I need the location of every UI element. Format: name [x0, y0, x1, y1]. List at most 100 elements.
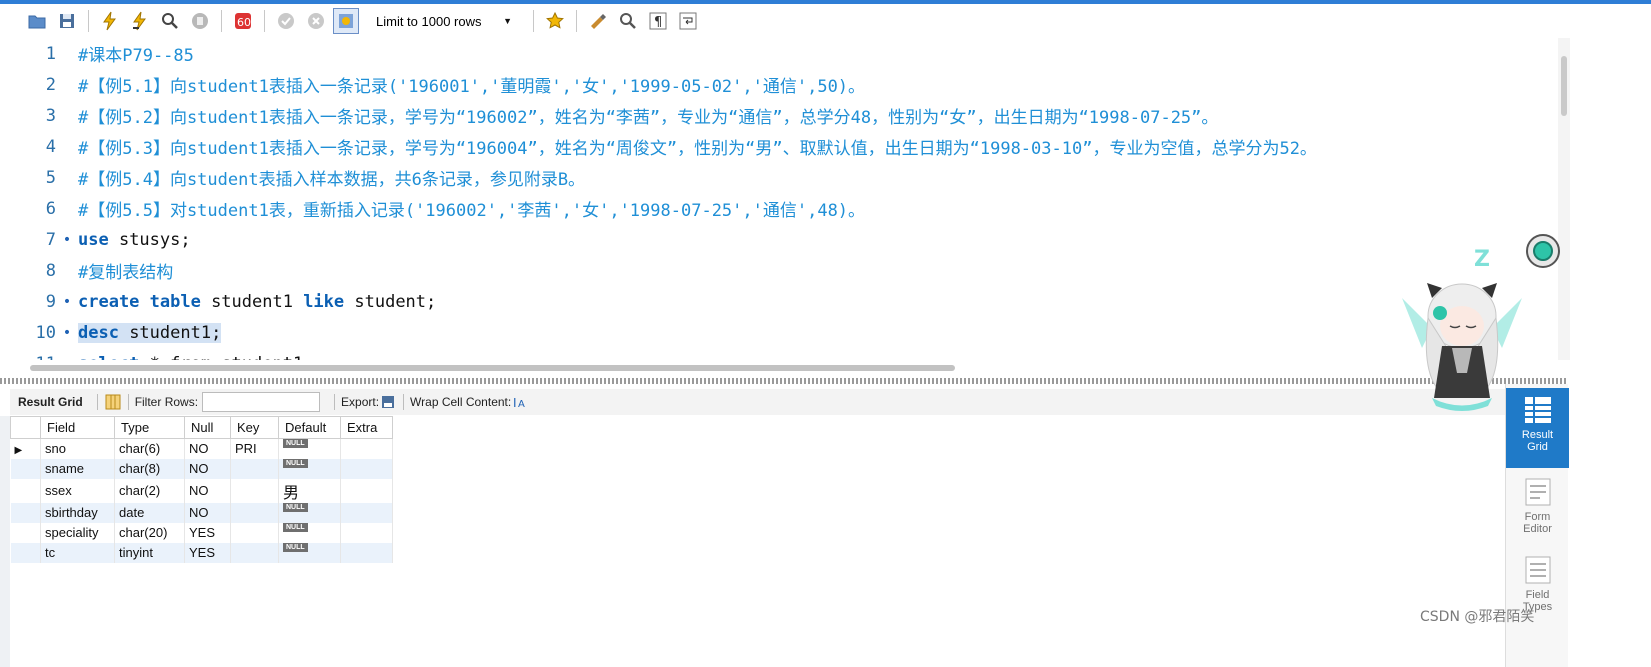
statement-marker: • — [62, 231, 72, 248]
cell-field[interactable]: ssex — [40, 478, 115, 503]
code-text: #【例5.3】向student1表插入一条记录，学号为“196004”，姓名为“… — [78, 134, 1317, 159]
code-comment: #【例5.2】向student1表插入一条记录，学号为“196002”，姓名为“… — [78, 108, 1219, 128]
panel-splitter[interactable] — [0, 378, 1566, 384]
cell-field[interactable]: sname — [40, 458, 115, 479]
table-row[interactable]: ▶ sno char(6) NO PRI NULL — [10, 438, 393, 459]
row-header[interactable] — [10, 522, 41, 543]
column-header-key[interactable]: Key — [230, 416, 279, 439]
cell-field[interactable]: speciality — [40, 522, 115, 543]
cell-key[interactable] — [230, 458, 279, 479]
cell-key[interactable]: PRI — [230, 438, 279, 459]
editor-vertical-scrollbar[interactable] — [1558, 38, 1570, 360]
execute-icon[interactable] — [97, 8, 123, 34]
explain-icon[interactable] — [157, 8, 183, 34]
cell-type[interactable]: char(8) — [114, 458, 185, 479]
cell-type[interactable]: char(20) — [114, 522, 185, 543]
toolbar-separator — [533, 10, 534, 32]
grid-columns-icon[interactable] — [104, 393, 122, 411]
toggle-error-icon[interactable]: 60 — [230, 8, 256, 34]
scroll-thumb[interactable] — [1561, 56, 1567, 116]
stop-icon[interactable] — [187, 8, 213, 34]
cell-default[interactable]: NULL — [278, 542, 341, 563]
cell-key[interactable] — [230, 522, 279, 543]
cell-type[interactable]: tinyint — [114, 542, 185, 563]
cell-extra[interactable] — [340, 522, 393, 543]
table-row[interactable]: ssex char(2) NO 男 — [10, 478, 393, 503]
cell-null[interactable]: YES — [184, 522, 231, 543]
row-header[interactable] — [10, 502, 41, 523]
table-row[interactable]: sbirthday date NO NULL — [10, 502, 393, 523]
cell-default[interactable]: NULL — [278, 438, 341, 459]
column-header-field[interactable]: Field — [40, 416, 115, 439]
line-number: 10 — [35, 322, 56, 343]
save-icon[interactable] — [54, 8, 80, 34]
limit-rows-select[interactable]: Limit to 1000 rows ▼ — [369, 10, 519, 32]
commit-icon[interactable] — [273, 8, 299, 34]
cell-key[interactable] — [230, 478, 279, 503]
row-header[interactable] — [10, 542, 41, 563]
cell-default[interactable]: NULL — [278, 458, 341, 479]
cell-extra[interactable] — [340, 458, 393, 479]
export-icon[interactable] — [379, 393, 397, 411]
folder-open-icon[interactable] — [24, 8, 50, 34]
wrap-cell-icon[interactable]: IA — [511, 393, 529, 411]
form-editor-tab[interactable]: Form Editor — [1506, 472, 1569, 542]
invisible-chars-icon[interactable]: ¶ — [645, 8, 671, 34]
cell-key[interactable] — [230, 502, 279, 523]
cell-extra[interactable] — [340, 478, 393, 503]
cell-default[interactable]: 男 — [278, 478, 341, 503]
cell-field[interactable]: tc — [40, 542, 115, 563]
filter-rows-input[interactable] — [202, 392, 321, 412]
column-header-type[interactable]: Type — [114, 416, 185, 439]
editor-line[interactable]: 7 • use stusys; — [8, 224, 1556, 255]
autocommit-icon[interactable] — [333, 8, 359, 34]
sql-editor[interactable]: 1 #课本P79--85 2 #【例5.1】向student1表插入一条记录('196… — [8, 38, 1556, 360]
editor-line[interactable]: 3 #【例5.2】向student1表插入一条记录，学号为“196002”，姓名为… — [8, 100, 1556, 131]
column-header-null[interactable]: Null — [184, 416, 231, 439]
cell-field[interactable]: sno — [40, 438, 115, 459]
rollback-icon[interactable] — [303, 8, 329, 34]
code-text: select * from student1; — [78, 354, 313, 361]
cell-null[interactable]: NO — [184, 458, 231, 479]
cell-null[interactable]: NO — [184, 502, 231, 523]
cell-type[interactable]: char(2) — [114, 478, 185, 503]
row-header[interactable]: ▶ — [10, 438, 41, 459]
editor-line[interactable]: 6 #【例5.5】对student1表，重新插入记录('196002','李茜',… — [8, 193, 1556, 224]
selected-text[interactable]: desc student1; — [78, 322, 222, 343]
column-header-default[interactable]: Default — [278, 416, 341, 439]
cell-extra[interactable] — [340, 542, 393, 563]
editor-horizontal-scrollbar[interactable] — [30, 365, 955, 371]
execute-current-icon[interactable] — [127, 8, 153, 34]
row-header[interactable] — [10, 458, 41, 479]
cell-field[interactable]: sbirthday — [40, 502, 115, 523]
cell-extra[interactable] — [340, 502, 393, 523]
cell-key[interactable] — [230, 542, 279, 563]
cell-null[interactable]: NO — [184, 478, 231, 503]
cell-extra[interactable] — [340, 438, 393, 459]
editor-line[interactable]: 4 #【例5.3】向student1表插入一条记录，学号为“196004”，姓名为… — [8, 131, 1556, 162]
find-icon[interactable] — [615, 8, 641, 34]
table-row[interactable]: sname char(8) NO NULL — [10, 458, 393, 479]
cell-default[interactable]: NULL — [278, 522, 341, 543]
beautify-icon[interactable] — [585, 8, 611, 34]
table-row[interactable]: speciality char(20) YES NULL — [10, 522, 393, 543]
line-number: 4 — [45, 136, 56, 157]
cell-type[interactable]: char(6) — [114, 438, 185, 459]
cell-null[interactable]: NO — [184, 438, 231, 459]
editor-line[interactable]: 1 #课本P79--85 — [8, 38, 1556, 69]
editor-line[interactable]: 5 #【例5.4】向student表插入样本数据，共6条记录，参见附录B。 — [8, 162, 1556, 193]
toolbar-separator — [264, 10, 265, 32]
editor-line[interactable]: 2 #【例5.1】向student1表插入一条记录('196001','董明霞',… — [8, 69, 1556, 100]
table-row[interactable]: tc tinyint YES NULL — [10, 542, 393, 563]
row-header[interactable] — [10, 478, 41, 503]
editor-line[interactable]: 10 • desc student1; — [8, 317, 1556, 348]
cell-type[interactable]: date — [114, 502, 185, 523]
column-header-extra[interactable]: Extra — [340, 416, 393, 439]
editor-line[interactable]: 11•select * from student1; — [8, 348, 1556, 361]
cell-default[interactable]: NULL — [278, 502, 341, 523]
editor-line[interactable]: 8 #复制表结构 — [8, 255, 1556, 286]
bookmark-icon[interactable] — [542, 8, 568, 34]
editor-line[interactable]: 9 • create table student1 like student; — [8, 286, 1556, 317]
cell-null[interactable]: YES — [184, 542, 231, 563]
wrap-icon[interactable] — [675, 8, 701, 34]
